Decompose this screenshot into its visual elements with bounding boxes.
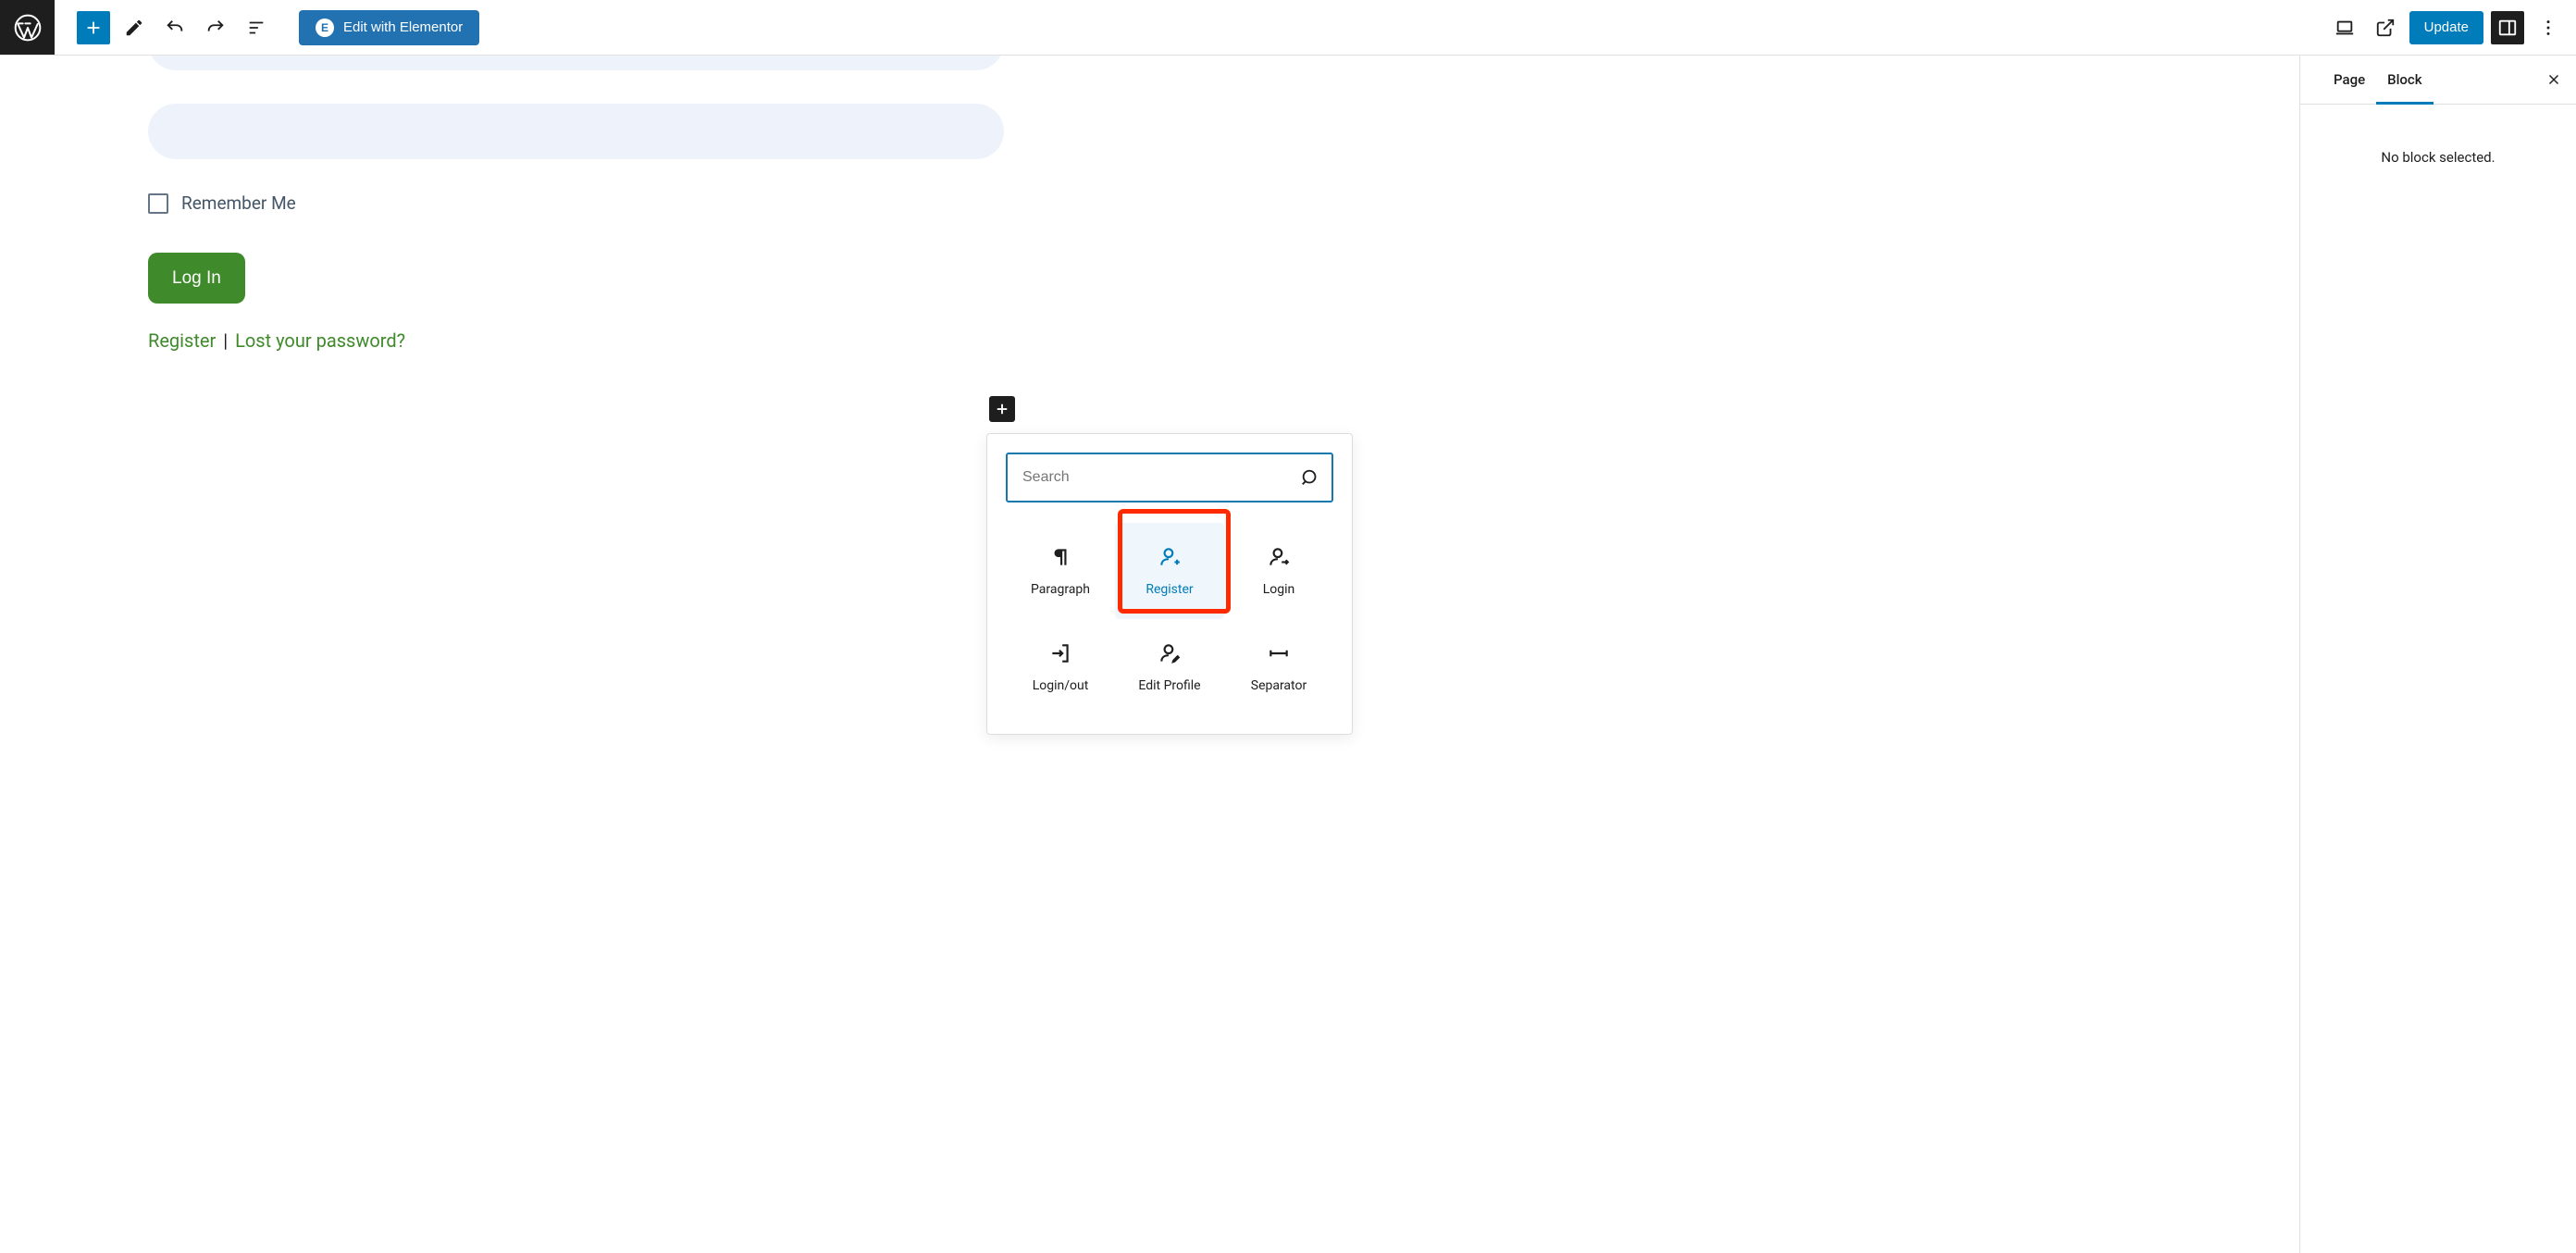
remember-me-checkbox[interactable] — [148, 193, 168, 214]
block-item-edit-profile[interactable]: Edit Profile — [1115, 619, 1224, 715]
tab-page-label: Page — [2334, 71, 2365, 88]
settings-sidebar: Page Block No block selected. — [2299, 56, 2576, 1253]
block-item-label: Register — [1146, 582, 1193, 597]
workspace: Remember Me Log In Register | Lost your … — [0, 56, 2576, 1253]
block-item-label: Paragraph — [1031, 582, 1090, 597]
block-item-label: Separator — [1251, 678, 1307, 693]
search-icon — [1300, 467, 1320, 488]
list-icon — [246, 18, 266, 38]
update-button[interactable]: Update — [2409, 11, 2483, 44]
block-item-separator[interactable]: Separator — [1224, 619, 1333, 715]
toolbar-right-group: Update — [2328, 11, 2576, 44]
login-button-label: Log In — [172, 268, 221, 288]
block-item-label: Login — [1263, 582, 1295, 597]
login-form-block: Remember Me Log In Register | Lost your … — [0, 56, 2299, 352]
login-submit-button[interactable]: Log In — [148, 253, 245, 304]
plus-icon — [83, 18, 104, 38]
block-item-register[interactable]: Register — [1115, 523, 1224, 619]
preview-button[interactable] — [2369, 11, 2402, 44]
remember-me-label: Remember Me — [181, 192, 296, 214]
sidebar-icon — [2497, 18, 2518, 38]
password-input[interactable] — [148, 104, 1004, 159]
block-item-label: Edit Profile — [1138, 678, 1200, 693]
wordpress-logo[interactable] — [0, 0, 55, 55]
external-link-icon — [2375, 18, 2396, 38]
block-item-paragraph[interactable]: Paragraph — [1006, 523, 1115, 619]
block-search-input[interactable] — [1006, 453, 1333, 502]
settings-panel-toggle[interactable] — [2491, 11, 2524, 44]
toolbar-left-group: E Edit with Elementor — [55, 10, 479, 45]
view-button[interactable] — [2328, 11, 2361, 44]
block-item-login-out[interactable]: Login/out — [1006, 619, 1115, 715]
block-inserter-popover: Paragraph Register Login Login/out Edit … — [986, 433, 1353, 735]
edit-with-elementor-button[interactable]: E Edit with Elementor — [299, 10, 479, 45]
redo-button[interactable] — [199, 11, 232, 44]
pencil-icon — [124, 18, 144, 38]
register-link[interactable]: Register — [148, 329, 216, 352]
redo-icon — [205, 18, 226, 38]
login-out-icon — [1048, 641, 1072, 665]
user-plus-icon — [1158, 545, 1182, 569]
elementor-button-label: Edit with Elementor — [343, 19, 463, 35]
laptop-icon — [2334, 18, 2355, 38]
paragraph-icon — [1048, 545, 1072, 569]
user-edit-icon — [1158, 641, 1182, 665]
username-input[interactable] — [148, 56, 1004, 70]
options-button[interactable] — [2532, 11, 2565, 44]
user-arrow-icon — [1267, 545, 1291, 569]
close-sidebar-button[interactable] — [2539, 65, 2569, 94]
lost-password-link[interactable]: Lost your password? — [235, 329, 405, 352]
wordpress-icon — [13, 13, 43, 43]
tools-button[interactable] — [118, 11, 151, 44]
undo-button[interactable] — [158, 11, 192, 44]
sidebar-tabs: Page Block — [2300, 56, 2576, 105]
close-icon — [2545, 71, 2562, 88]
undo-icon — [165, 18, 185, 38]
editor-canvas-area: Remember Me Log In Register | Lost your … — [0, 56, 2299, 1253]
plus-icon — [994, 401, 1010, 417]
document-overview-button[interactable] — [240, 11, 273, 44]
link-separator: | — [223, 329, 228, 352]
sidebar-body: No block selected. — [2300, 105, 2576, 210]
block-item-login[interactable]: Login — [1224, 523, 1333, 619]
remember-me-row: Remember Me — [148, 192, 2299, 214]
block-search-wrap — [1006, 453, 1333, 502]
tab-page[interactable]: Page — [2322, 56, 2376, 105]
separator-icon — [1267, 641, 1291, 665]
insert-block-button[interactable] — [989, 396, 1015, 422]
add-block-button[interactable] — [77, 11, 110, 44]
no-block-message: No block selected. — [2381, 149, 2495, 166]
block-grid: Paragraph Register Login Login/out Edit … — [1006, 523, 1333, 715]
update-button-label: Update — [2424, 19, 2469, 35]
more-vertical-icon — [2538, 18, 2558, 38]
form-links-row: Register | Lost your password? — [148, 329, 2299, 352]
tab-block-label: Block — [2387, 71, 2421, 88]
elementor-icon: E — [316, 19, 334, 37]
tab-block[interactable]: Block — [2376, 56, 2433, 105]
block-item-label: Login/out — [1033, 678, 1089, 693]
top-toolbar: E Edit with Elementor Update — [0, 0, 2576, 56]
